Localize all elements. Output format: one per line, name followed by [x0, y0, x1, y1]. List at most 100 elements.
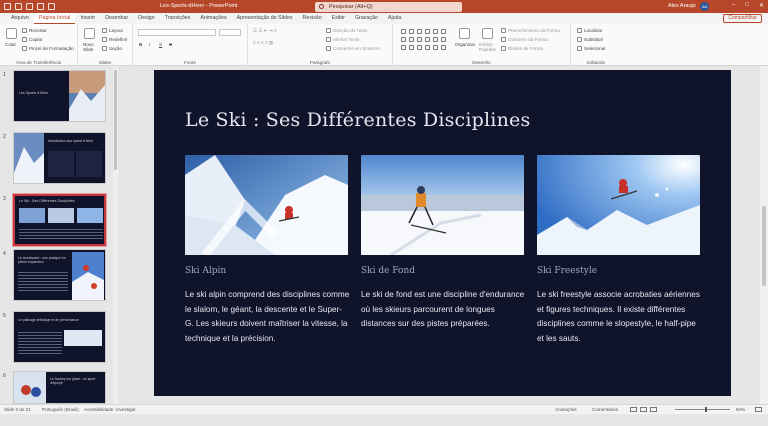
redo-icon[interactable]: [37, 3, 44, 10]
undo-icon[interactable]: [26, 3, 33, 10]
thumbnail-image[interactable]: Les Sports d'Hiver: [13, 70, 106, 122]
close-icon[interactable]: ✕: [759, 2, 764, 9]
thumbnail-image-selected[interactable]: Le Ski : Ses Différentes Disciplines: [12, 193, 107, 247]
shape-effects-button[interactable]: Efeitos de Forma: [501, 46, 543, 52]
avatar[interactable]: AA: [700, 2, 709, 11]
font-name-combo[interactable]: [138, 29, 216, 36]
layout-button[interactable]: Layout: [102, 28, 123, 34]
font-size-combo[interactable]: [219, 29, 241, 36]
section-button[interactable]: Seção: [102, 46, 123, 52]
tab-exibir[interactable]: Exibir: [327, 13, 350, 24]
find-button[interactable]: Localizar: [577, 28, 602, 34]
search-box[interactable]: Pesquisar (Alt+Q): [315, 2, 462, 12]
arrange-button[interactable]: Organizar: [455, 42, 475, 47]
underline-button[interactable]: S: [159, 42, 162, 47]
cut-button[interactable]: Recortar: [22, 28, 47, 34]
quick-access-toolbar: [0, 3, 55, 10]
shape-fill-button[interactable]: Preenchimento da Forma: [501, 28, 560, 34]
copy-button[interactable]: Copiar: [22, 37, 43, 43]
reading-view-icon[interactable]: [650, 407, 657, 412]
tab-inserir[interactable]: Inserir: [75, 13, 100, 24]
align-text-button[interactable]: Alinhar Texto: [326, 37, 359, 43]
card-body[interactable]: Le ski freestyle associe acrobaties aéri…: [537, 288, 702, 346]
card-heading[interactable]: Ski Alpin: [185, 266, 226, 276]
brush-icon: [22, 46, 27, 52]
tab-revisao[interactable]: Revisão: [298, 13, 327, 24]
section-label: Seção: [109, 46, 123, 51]
smartart-button[interactable]: Converter em SmartArt: [326, 46, 380, 52]
autosave-icon[interactable]: [4, 3, 11, 10]
slide-title[interactable]: Le Ski : Ses Différentes Disciplines: [185, 109, 530, 131]
card-heading[interactable]: Ski Freestyle: [537, 266, 597, 276]
thumbnail-image[interactable]: Le patinage artistique et de performance: [13, 311, 106, 363]
fit-slide-icon[interactable]: [755, 407, 762, 412]
align-buttons[interactable]: ≡ ≡ ≡ ≡ ▥: [253, 40, 273, 46]
thumbnail-slide-5[interactable]: 5 Le patinage artistique et de performan…: [0, 311, 112, 366]
tab-arquivo[interactable]: Arquivo: [6, 13, 34, 24]
search-icon: [577, 28, 582, 34]
cross-country-ski-image[interactable]: [361, 155, 524, 255]
normal-view-icon[interactable]: [630, 407, 637, 412]
card-heading[interactable]: Ski de Fond: [361, 266, 415, 276]
tab-transicoes[interactable]: Transições: [160, 13, 196, 24]
new-slide-icon[interactable]: [84, 28, 95, 39]
card-body[interactable]: Le ski alpin comprend des disciplines co…: [185, 288, 350, 346]
quick-styles-button[interactable]: Estilos Rápidos: [479, 42, 497, 52]
thumbnail-image[interactable]: Le snowboard : une pratique en pleine ex…: [13, 249, 106, 301]
shape-outline-button[interactable]: Contorno da Forma: [501, 37, 548, 43]
arrange-icon[interactable]: [459, 28, 470, 39]
editor-scrollbar[interactable]: [760, 66, 768, 404]
thumbnail-slide-6[interactable]: 6 Le hockey sur glace : un sport d'équip…: [0, 371, 112, 426]
tab-animacoes[interactable]: Animações: [195, 13, 231, 24]
strikethrough-button[interactable]: S: [169, 42, 172, 47]
tab-pagina-inicial[interactable]: Página Inicial: [33, 13, 76, 24]
comments-button[interactable]: Comentários: [592, 407, 618, 412]
select-button[interactable]: Selecionar: [577, 46, 606, 52]
list-buttons[interactable]: ☰ ☰ ⇤ ⇥ ≡: [253, 28, 277, 34]
save-icon[interactable]: [15, 3, 22, 10]
italic-button[interactable]: I: [149, 42, 150, 47]
fill-icon: [501, 28, 506, 34]
tab-design[interactable]: Design: [133, 13, 160, 24]
alpine-ski-image[interactable]: [185, 155, 348, 255]
new-slide-button[interactable]: Novo Slide: [83, 42, 101, 52]
zoom-level[interactable]: 94%: [736, 407, 745, 412]
tab-ajuda[interactable]: Ajuda: [383, 13, 407, 24]
share-button[interactable]: Compartilhar: [723, 14, 762, 23]
thumbnail-slide-2[interactable]: 2 Introduction aux sports d'hiver: [0, 132, 112, 187]
scrollbar-thumb[interactable]: [114, 70, 117, 170]
bold-button[interactable]: N: [139, 42, 142, 47]
present-icon[interactable]: [48, 3, 55, 10]
format-painter-button[interactable]: Pincel de Formatação: [22, 46, 74, 52]
thumbnail-image[interactable]: Le hockey sur glace : un sport d'équipe: [13, 371, 106, 404]
user-name[interactable]: Alex Araujo: [668, 3, 696, 9]
zoom-slider[interactable]: [675, 407, 730, 412]
quick-styles-icon[interactable]: [482, 28, 493, 39]
slide-sorter-icon[interactable]: [640, 407, 647, 412]
paste-button[interactable]: Colar: [5, 42, 16, 47]
tab-desenhar[interactable]: Desenhar: [100, 13, 133, 24]
tab-gravacao[interactable]: Gravação: [350, 13, 383, 24]
thumbnail-image[interactable]: Introduction aux sports d'hiver: [13, 132, 106, 184]
thumbnail-slide-4[interactable]: 4 Le snowboard : une pratique en pleine …: [0, 249, 112, 304]
editing-group: Localizar Substituir Selecionar Editando: [571, 24, 621, 66]
maximize-icon[interactable]: □: [745, 2, 749, 9]
text-direction-button[interactable]: Direção do Texto: [326, 28, 367, 34]
notes-button[interactable]: Anotações: [555, 407, 577, 412]
minimize-icon[interactable]: –: [732, 2, 735, 9]
clipboard-group-label: Área de Transferência: [15, 60, 62, 65]
card-body[interactable]: Le ski de fond est une discipline d'endu…: [361, 288, 526, 332]
zoom-slider-thumb[interactable]: [705, 407, 707, 412]
paste-icon[interactable]: [6, 28, 17, 39]
accessibility-indicator[interactable]: Acessibilidade: investigar: [84, 407, 136, 412]
thumbnail-slide-3[interactable]: 3 Le Ski : Ses Différentes Disciplines: [0, 193, 112, 249]
tab-apresentacao[interactable]: Apresentação de Slides: [232, 13, 298, 24]
freestyle-ski-image[interactable]: [537, 155, 700, 255]
slide-canvas[interactable]: Le Ski : Ses Différentes Disciplines Ski…: [154, 70, 731, 396]
language-indicator[interactable]: Português (Brasil): [42, 407, 79, 412]
reset-button[interactable]: Redefinir: [102, 37, 127, 43]
shapes-gallery[interactable]: [399, 27, 449, 53]
thumbnail-slide-1[interactable]: 1 Les Sports d'Hiver: [0, 70, 112, 125]
replace-button[interactable]: Substituir: [577, 37, 603, 43]
scrollbar-thumb[interactable]: [762, 206, 766, 286]
